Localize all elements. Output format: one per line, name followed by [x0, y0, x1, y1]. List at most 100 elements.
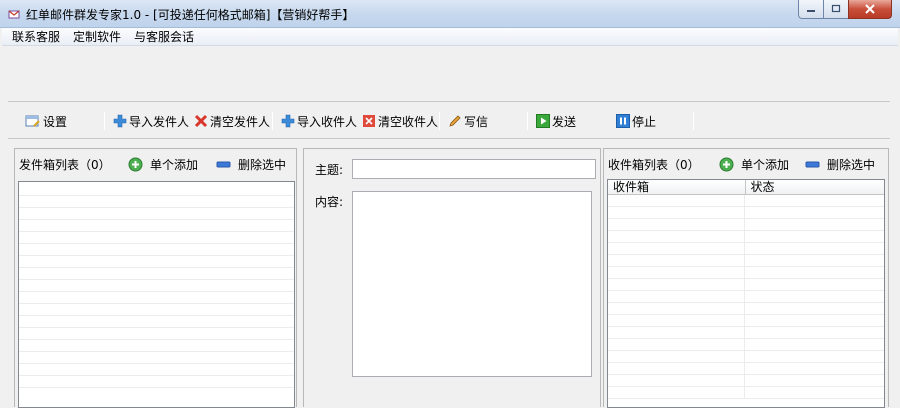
- sender-panel: 发件箱列表（0） 单个添加 删除选中: [14, 148, 297, 408]
- menu-bar: 联系客服 定制软件 与客服会话: [2, 28, 898, 46]
- window-title: 红单邮件群发专家1.0 - [可投递任何格式邮箱]【营销好帮手】: [26, 8, 355, 22]
- column-header-recipient[interactable]: 收件箱: [608, 180, 746, 195]
- table-row: [608, 387, 884, 399]
- plus-icon: [113, 114, 127, 128]
- compose-panel: 主题: 内容:: [303, 148, 601, 407]
- list-row: [19, 268, 294, 280]
- list-row: [19, 304, 294, 316]
- list-row: [19, 232, 294, 244]
- recipient-add-button[interactable]: 单个添加: [719, 156, 789, 173]
- subject-label: 主题:: [315, 163, 344, 177]
- pause-icon: [616, 114, 630, 128]
- toolbar: 设置 导入发件人 清空发件人 导入收件人 清空收件人 写信 发送 停止: [8, 101, 890, 139]
- recipient-add-label: 单个添加: [741, 157, 790, 172]
- recipient-delete-button[interactable]: 删除选中: [805, 156, 875, 173]
- list-row: [19, 182, 294, 196]
- close-button[interactable]: [848, 0, 892, 19]
- stop-button[interactable]: 停止: [616, 113, 656, 129]
- recipient-list-title: 收件箱列表（0）: [608, 157, 700, 172]
- add-circle-icon: [719, 157, 734, 171]
- import-recipients-label: 导入收件人: [297, 114, 358, 129]
- banner-area: [2, 46, 898, 101]
- compose-label: 写信: [464, 114, 489, 129]
- send-label: 发送: [552, 114, 577, 129]
- sender-list[interactable]: [18, 181, 295, 408]
- table-row: [608, 363, 884, 375]
- sender-list-title: 发件箱列表（0）: [19, 157, 111, 172]
- list-row: [19, 340, 294, 352]
- list-row: [19, 292, 294, 304]
- list-row: [19, 376, 294, 388]
- clear-senders-button[interactable]: 清空发件人: [194, 113, 270, 129]
- toolbar-separator: [439, 112, 440, 130]
- play-icon: [536, 114, 550, 128]
- clear-recipients-button[interactable]: 清空收件人: [362, 113, 438, 129]
- menu-contact-support[interactable]: 联系客服: [12, 28, 60, 45]
- toolbar-separator: [272, 112, 273, 130]
- title-bar: 红单邮件群发专家1.0 - [可投递任何格式邮箱]【营销好帮手】: [0, 0, 900, 28]
- list-row: [19, 352, 294, 364]
- sender-add-button[interactable]: 单个添加: [128, 156, 198, 173]
- table-row: [608, 303, 884, 315]
- red-x-icon: [363, 115, 375, 127]
- import-senders-button[interactable]: 导入发件人: [113, 113, 189, 129]
- minimize-button[interactable]: [798, 0, 824, 19]
- list-row: [19, 328, 294, 340]
- minus-icon: [216, 161, 231, 167]
- toolbar-separator: [693, 112, 694, 130]
- maximize-icon: [831, 4, 841, 13]
- sender-add-label: 单个添加: [150, 157, 199, 172]
- list-row: [19, 256, 294, 268]
- table-row: [608, 315, 884, 327]
- table-row: [608, 243, 884, 255]
- table-row: [608, 267, 884, 279]
- red-x-icon: [194, 114, 208, 128]
- send-button[interactable]: 发送: [536, 113, 576, 129]
- plus-icon: [281, 114, 295, 128]
- table-row: [608, 219, 884, 231]
- list-row: [19, 196, 294, 208]
- table-row: [608, 195, 884, 207]
- mail-app-icon: [8, 8, 20, 20]
- window-controls: [798, 0, 892, 20]
- content-textarea[interactable]: [352, 191, 592, 377]
- settings-button[interactable]: 设置: [25, 113, 67, 129]
- pencil-icon: [449, 115, 461, 127]
- recipient-grid[interactable]: 收件箱 状态: [607, 179, 885, 408]
- minus-icon: [805, 161, 820, 167]
- sender-delete-button[interactable]: 删除选中: [216, 156, 286, 173]
- menu-chat-support[interactable]: 与客服会话: [134, 28, 194, 45]
- list-row: [19, 316, 294, 328]
- table-row: [608, 207, 884, 219]
- grid-body: [608, 195, 884, 399]
- stop-label: 停止: [632, 114, 657, 129]
- list-row: [19, 208, 294, 220]
- recipient-panel-header: 收件箱列表（0） 单个添加 删除选中: [604, 155, 888, 173]
- menu-custom-software[interactable]: 定制软件: [73, 28, 121, 45]
- list-row: [19, 220, 294, 232]
- list-row: [19, 244, 294, 256]
- close-icon: [865, 4, 875, 14]
- compose-button[interactable]: 写信: [448, 113, 488, 129]
- table-row: [608, 279, 884, 291]
- list-row: [19, 280, 294, 292]
- table-row: [608, 327, 884, 339]
- clear-recipients-label: 清空收件人: [378, 114, 439, 129]
- recipient-panel: 收件箱列表（0） 单个添加 删除选中 收件箱 状态: [603, 148, 889, 408]
- import-senders-label: 导入发件人: [129, 114, 190, 129]
- minimize-icon: [807, 10, 815, 12]
- sender-panel-header: 发件箱列表（0） 单个添加 删除选中: [15, 155, 296, 173]
- maximize-button[interactable]: [823, 0, 849, 19]
- content-label: 内容:: [315, 195, 344, 209]
- settings-icon: [25, 115, 40, 127]
- recipient-delete-label: 删除选中: [827, 157, 876, 172]
- sender-delete-label: 删除选中: [238, 157, 287, 172]
- import-recipients-button[interactable]: 导入收件人: [281, 113, 357, 129]
- subject-input[interactable]: [352, 159, 596, 179]
- table-row: [608, 231, 884, 243]
- clear-senders-label: 清空发件人: [210, 114, 271, 129]
- grid-header: 收件箱 状态: [608, 180, 884, 195]
- table-row: [608, 339, 884, 351]
- settings-label: 设置: [43, 114, 68, 129]
- column-header-status[interactable]: 状态: [746, 180, 885, 195]
